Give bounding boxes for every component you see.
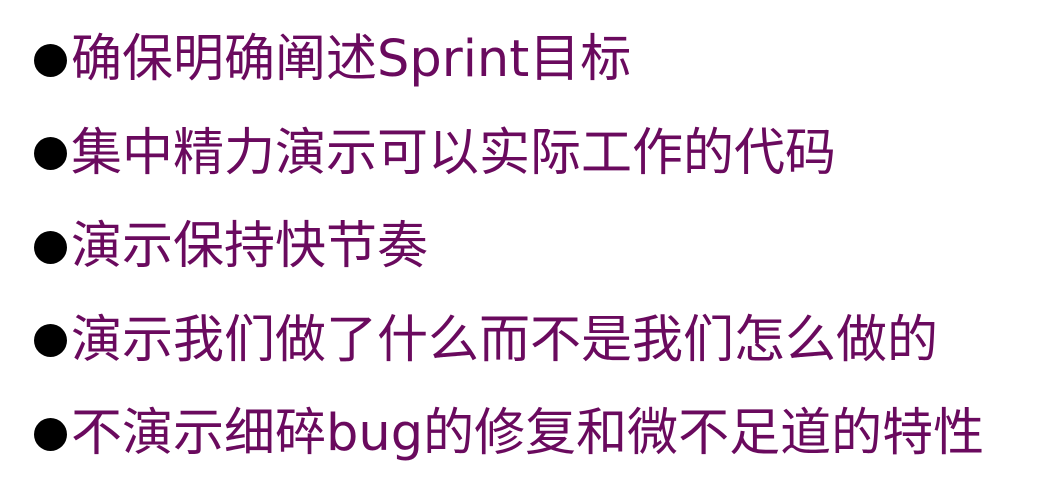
- bullet-item: 演示我们做了什么而不是我们怎么做的: [34, 311, 984, 371]
- bullet-list: 确保明确阐述Sprint目标 集中精力演示可以实际工作的代码 演示保持快节奏 演…: [34, 30, 984, 498]
- bullet-text: 演示保持快节奏: [71, 217, 429, 276]
- bullet-dot-icon: [34, 137, 67, 170]
- bullet-text: 集中精力演示可以实际工作的代码: [71, 123, 837, 183]
- bullet-text: 演示我们做了什么而不是我们怎么做的: [71, 310, 939, 370]
- bullet-text: 不演示细碎bug的修复和微不足道的特性: [71, 404, 985, 463]
- bullet-text: 确保明确阐述Sprint目标: [71, 30, 632, 89]
- bullet-item: 集中精力演示可以实际工作的代码: [34, 124, 984, 184]
- slide: 确保明确阐述Sprint目标 集中精力演示可以实际工作的代码 演示保持快节奏 演…: [0, 0, 1060, 497]
- bullet-item: 演示保持快节奏: [34, 217, 984, 277]
- bullet-dot-icon: [34, 324, 67, 357]
- bullet-dot-icon: [34, 43, 67, 77]
- bullet-dot-icon: [34, 417, 67, 451]
- bullet-dot-icon: [34, 230, 67, 264]
- bullet-item: 不演示细碎bug的修复和微不足道的特性: [34, 404, 984, 464]
- bullet-item: 确保明确阐述Sprint目标: [34, 30, 984, 90]
